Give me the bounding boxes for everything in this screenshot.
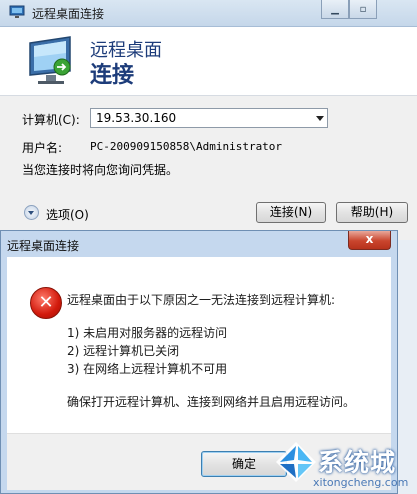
- rdc-titlebar[interactable]: 远程桌面连接 ▁ ▫: [0, 0, 417, 27]
- computer-combobox[interactable]: 19.53.30.160: [90, 108, 328, 128]
- reason-2: 2) 远程计算机已关闭: [67, 344, 180, 358]
- options-toggle[interactable]: 选项(O): [46, 206, 89, 223]
- connect-button[interactable]: 连接(N): [256, 202, 326, 223]
- banner-divider: [0, 95, 417, 96]
- error-dialog-title: 远程桌面连接: [7, 239, 80, 253]
- username-value: PC-200909150858\Administrator: [90, 140, 283, 153]
- maximize-icon: ▫: [359, 3, 367, 15]
- dropdown-arrow-icon[interactable]: [316, 116, 324, 121]
- watermark-brand: 系统城: [318, 448, 397, 477]
- reason-3: 3) 在网络上远程计算机不可用: [67, 362, 228, 376]
- error-dialog-body: ✕ 远程桌面由于以下原因之一无法连接到远程计算机: 1) 未启用对服务器的远程访…: [7, 257, 391, 433]
- minimize-button[interactable]: ▁: [321, 0, 349, 19]
- banner-line2: 连接: [90, 63, 135, 88]
- error-message: 远程桌面由于以下原因之一无法连接到远程计算机:: [67, 293, 336, 307]
- help-button[interactable]: 帮助(H): [336, 202, 408, 223]
- rdc-banner: 远程桌面 连接: [0, 27, 417, 95]
- error-icon: ✕: [30, 287, 62, 319]
- close-icon: x: [365, 232, 374, 246]
- computer-value[interactable]: 19.53.30.160: [96, 111, 176, 125]
- close-button[interactable]: x: [348, 231, 391, 250]
- credential-note: 当您连接时将向您询问凭据。: [22, 163, 179, 177]
- watermark-logo-icon: [276, 442, 316, 482]
- error-advice: 确保打开远程计算机、连接到网络并且启用远程访问。: [67, 395, 356, 409]
- monitor-icon: [29, 36, 71, 84]
- minimize-icon: ▁: [331, 3, 339, 15]
- reason-1: 1) 未启用对服务器的远程访问: [67, 326, 228, 340]
- rdc-window-title: 远程桌面连接: [32, 7, 105, 21]
- username-label: 用户名:: [22, 141, 63, 155]
- rdc-window: 远程桌面连接 ▁ ▫ 远程桌面 连接 计算机(C): 19.53.30.160 …: [0, 0, 417, 240]
- computer-label: 计算机(C):: [22, 113, 80, 127]
- maximize-button[interactable]: ▫: [349, 0, 377, 19]
- watermark-url: xitongcheng.com: [313, 476, 409, 489]
- options-expand-icon[interactable]: [24, 205, 39, 220]
- rdc-app-icon: [9, 5, 25, 18]
